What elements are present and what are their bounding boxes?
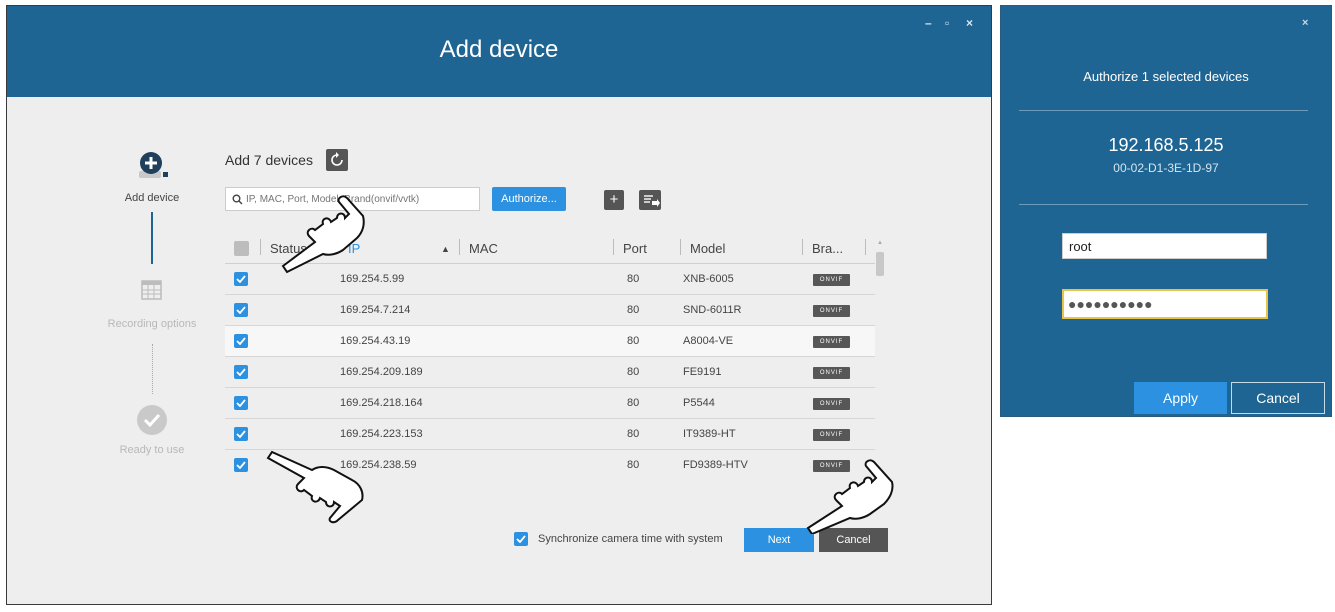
minimize-button[interactable]: – bbox=[925, 16, 932, 30]
column-separator bbox=[802, 239, 803, 255]
calendar-icon bbox=[141, 280, 162, 300]
check-icon bbox=[236, 275, 246, 283]
close-icon[interactable]: × bbox=[1302, 17, 1308, 29]
table-scrollbar[interactable]: ▲ bbox=[876, 240, 884, 474]
check-icon bbox=[236, 337, 246, 345]
port-cell: 80 bbox=[627, 397, 640, 409]
ip-cell: 169.254.7.214 bbox=[340, 304, 411, 316]
port-cell: 80 bbox=[627, 459, 640, 471]
column-port[interactable]: Port bbox=[623, 241, 647, 256]
password-input[interactable]: ●●●●●●●●●● bbox=[1062, 289, 1268, 319]
check-icon bbox=[236, 306, 246, 314]
check-circle-icon bbox=[137, 405, 167, 435]
onvif-badge: ONVIF bbox=[813, 274, 850, 286]
column-separator bbox=[865, 239, 866, 255]
step-ready-to-use-label: Ready to use bbox=[119, 444, 185, 456]
model-cell: A8004-VE bbox=[683, 335, 734, 347]
row-checkbox[interactable] bbox=[234, 396, 248, 410]
table-row[interactable]: 169.254.43.19 80 A8004-VE ONVIF bbox=[225, 326, 875, 357]
refresh-button[interactable] bbox=[326, 149, 348, 171]
refresh-icon bbox=[331, 152, 343, 166]
ip-cell: 169.254.223.153 bbox=[340, 428, 423, 440]
maximize-button[interactable]: ▫ bbox=[945, 16, 949, 30]
step-connector bbox=[151, 212, 153, 264]
row-checkbox[interactable] bbox=[234, 365, 248, 379]
port-cell: 80 bbox=[627, 366, 640, 378]
add-device-button[interactable]: + bbox=[604, 190, 624, 210]
window-header: Add device – ▫ × bbox=[7, 6, 991, 97]
check-icon bbox=[516, 535, 526, 543]
window-title: Add device bbox=[439, 36, 559, 63]
username-input[interactable] bbox=[1062, 233, 1267, 259]
sync-time-checkbox[interactable] bbox=[514, 532, 528, 546]
add-device-icon bbox=[139, 152, 168, 178]
divider bbox=[1019, 110, 1308, 111]
check-icon bbox=[236, 368, 246, 376]
ip-cell: 169.254.209.189 bbox=[340, 366, 423, 378]
list-import-icon bbox=[644, 195, 660, 207]
row-checkbox[interactable] bbox=[234, 303, 248, 317]
column-brand[interactable]: Bra... bbox=[812, 241, 843, 256]
onvif-badge: ONVIF bbox=[813, 367, 850, 379]
table-row[interactable]: 169.254.209.189 80 FE9191 ONVIF bbox=[225, 357, 875, 388]
row-checkbox[interactable] bbox=[234, 458, 248, 472]
model-cell: FD9389-HTV bbox=[683, 459, 748, 471]
ip-cell: 169.254.43.19 bbox=[340, 335, 411, 347]
model-cell: XNB-6005 bbox=[683, 273, 734, 285]
row-checkbox[interactable] bbox=[234, 334, 248, 348]
onvif-badge: ONVIF bbox=[813, 336, 850, 348]
close-window-button[interactable]: × bbox=[966, 16, 973, 30]
column-model[interactable]: Model bbox=[690, 241, 725, 256]
step-recording-options-label: Recording options bbox=[107, 318, 197, 330]
select-all-checkbox[interactable] bbox=[234, 241, 249, 256]
ip-cell: 169.254.218.164 bbox=[340, 397, 423, 409]
device-mac: 00-02-D1-3E-1D-97 bbox=[1113, 161, 1219, 175]
model-cell: IT9389-HT bbox=[683, 428, 736, 440]
check-icon bbox=[236, 461, 246, 469]
apply-button[interactable]: Apply bbox=[1134, 382, 1227, 414]
dialog-title: Authorize 1 selected devices bbox=[1083, 69, 1249, 84]
port-cell: 80 bbox=[627, 304, 640, 316]
step-add-device-label: Add device bbox=[124, 192, 180, 204]
add-device-window: Add device – ▫ × Add device Recording op… bbox=[6, 5, 992, 605]
authorize-button[interactable]: Authorize... bbox=[492, 187, 566, 211]
divider bbox=[1019, 204, 1308, 205]
port-cell: 80 bbox=[627, 273, 640, 285]
row-checkbox[interactable] bbox=[234, 272, 248, 286]
ip-cell: 169.254.5.99 bbox=[340, 273, 405, 285]
port-cell: 80 bbox=[627, 335, 640, 347]
table-row[interactable]: 169.254.7.214 80 SND-6011R ONVIF bbox=[225, 295, 875, 326]
pointing-hand-icon bbox=[281, 195, 365, 274]
model-cell: P5544 bbox=[683, 397, 715, 409]
check-icon bbox=[236, 430, 246, 438]
pointing-hand-icon bbox=[266, 450, 364, 524]
model-cell: FE9191 bbox=[683, 366, 722, 378]
import-list-button[interactable] bbox=[639, 190, 661, 210]
onvif-badge: ONVIF bbox=[813, 429, 850, 441]
model-cell: SND-6011R bbox=[683, 304, 742, 316]
column-separator bbox=[613, 239, 614, 255]
table-row[interactable]: 169.254.218.164 80 P5544 ONVIF bbox=[225, 388, 875, 419]
sort-asc-icon[interactable]: ▲ bbox=[441, 244, 450, 254]
column-separator bbox=[680, 239, 681, 255]
device-count-heading: Add 7 devices bbox=[225, 152, 313, 168]
onvif-badge: ONVIF bbox=[813, 398, 850, 410]
column-mac[interactable]: MAC bbox=[469, 241, 498, 256]
column-separator bbox=[260, 239, 261, 255]
row-checkbox[interactable] bbox=[234, 427, 248, 441]
scroll-up-icon[interactable]: ▲ bbox=[877, 240, 883, 246]
scroll-thumb[interactable] bbox=[876, 252, 884, 276]
pointing-hand-icon bbox=[806, 459, 894, 534]
column-separator bbox=[459, 239, 460, 255]
search-icon bbox=[232, 194, 243, 205]
sync-time-label: Synchronize camera time with system bbox=[538, 533, 723, 545]
step-connector-dotted bbox=[152, 344, 153, 394]
device-ip: 192.168.5.125 bbox=[1108, 135, 1224, 155]
check-icon bbox=[236, 399, 246, 407]
password-mask: ●●●●●●●●●● bbox=[1068, 296, 1153, 312]
authorize-dialog: × Authorize 1 selected devices 192.168.5… bbox=[1000, 5, 1332, 417]
dialog-cancel-button[interactable]: Cancel bbox=[1231, 382, 1325, 414]
port-cell: 80 bbox=[627, 428, 640, 440]
onvif-badge: ONVIF bbox=[813, 305, 850, 317]
